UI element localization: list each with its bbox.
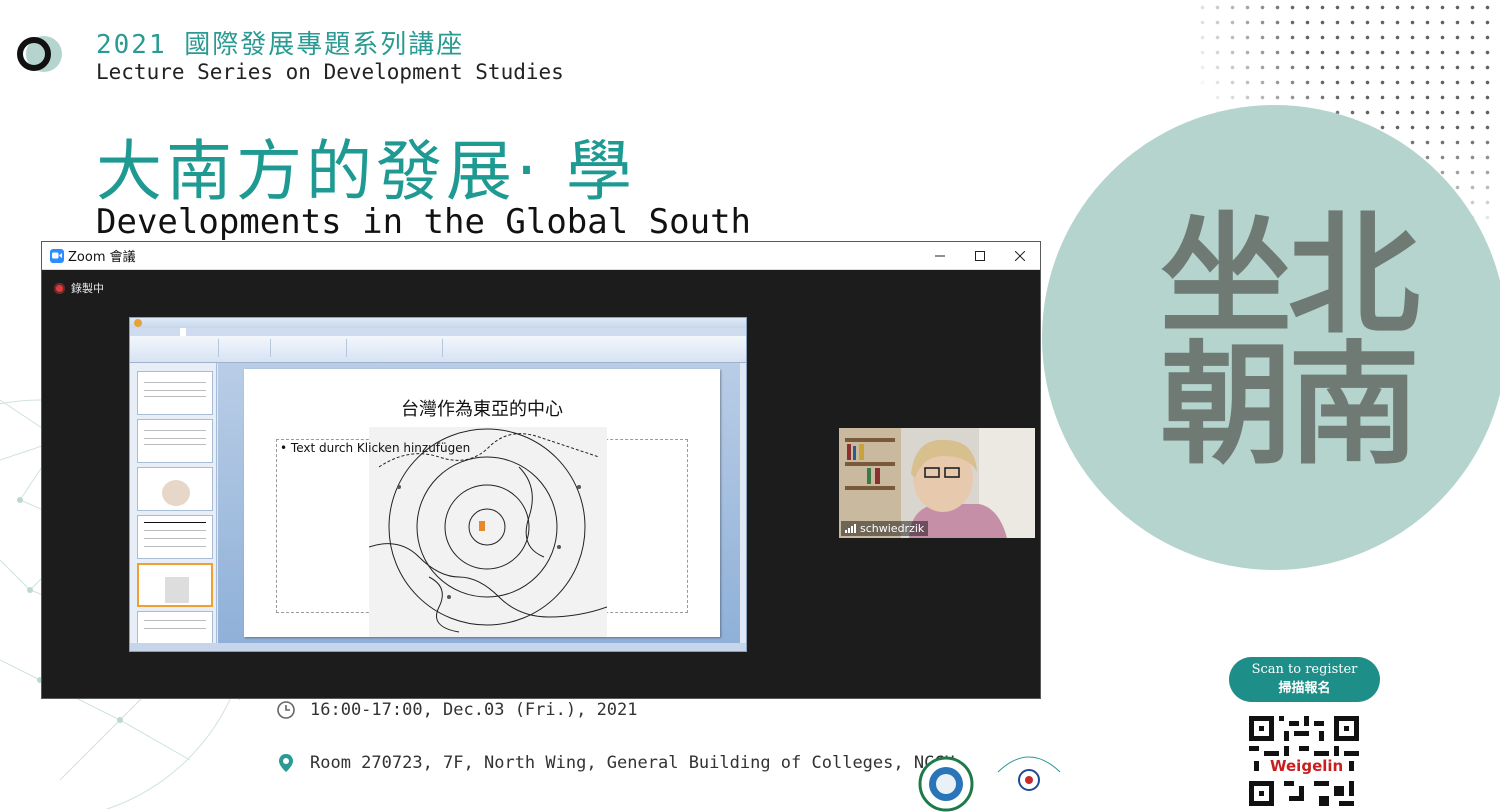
location-row: Room 270723, 7F, North Wing, General Bui… (276, 753, 955, 773)
calligraphy-line-1: 坐北 (1160, 198, 1420, 353)
signal-strength-icon (845, 524, 856, 533)
lecture-title-en: Developments in the Global South (96, 202, 752, 242)
zoom-window-title: Zoom 會議 (68, 250, 136, 265)
zoom-meeting-window: Zoom 會議 錄製中 台灣作為東亞的中心 • Text durch Klick… (41, 241, 1041, 699)
series-title-cn: 2021 國際發展專題系列講座 (96, 30, 465, 60)
slide-title: 台灣作為東亞的中心 (401, 399, 563, 420)
slide-bullet-text: • Text durch Klicken hinzufügen (280, 441, 471, 455)
zoom-title-bar[interactable]: Zoom 會議 (42, 242, 1040, 270)
ppt-status-bar (130, 643, 746, 651)
current-slide: 台灣作為東亞的中心 • Text durch Klicken hinzufüge… (244, 369, 720, 637)
location-pin-icon (279, 754, 293, 772)
series-title-en: Lecture Series on Development Studies (96, 60, 564, 84)
clock-icon (277, 701, 295, 719)
ppt-ribbon-tabs (130, 328, 746, 336)
minimize-button[interactable] (920, 242, 960, 269)
scan-text-cn: 掃描報名 (1278, 681, 1331, 696)
qr-overlay-label: Weigelin (1268, 757, 1346, 775)
scan-text-en: Scan to register (1251, 662, 1358, 677)
maximize-icon (975, 250, 985, 261)
east-asia-map-image (369, 427, 607, 637)
scan-to-register-badge: Scan to register 掃描報名 (1229, 657, 1380, 702)
time-text: 16:00-17:00, Dec.03 (Fri.), 2021 (310, 700, 638, 720)
minimize-icon (935, 255, 945, 256)
recording-label: 錄製中 (71, 282, 104, 295)
calligraphy-line-2: 朝南 (1160, 328, 1420, 483)
participant-name-label: schwiedrzik (841, 521, 929, 536)
college-emblem-icon (918, 756, 974, 812)
close-button[interactable] (1000, 242, 1040, 269)
ppt-title-bar (130, 318, 746, 328)
location-text: Room 270723, 7F, North Wing, General Bui… (310, 753, 955, 773)
ppt-ribbon (130, 336, 746, 363)
participant-name: schwiedrzik (860, 522, 925, 535)
time-row: 16:00-17:00, Dec.03 (Fri.), 2021 (276, 700, 638, 720)
recording-indicator[interactable]: 錄製中 (54, 280, 104, 296)
shared-screen-powerpoint[interactable]: 台灣作為東亞的中心 • Text durch Klicken hinzufüge… (129, 317, 747, 652)
ppt-slide-thumbnails (130, 363, 217, 651)
zoom-app-icon (50, 248, 64, 263)
record-icon (54, 282, 65, 294)
series-logo-icon (17, 36, 62, 72)
ppt-slide-stage: 台灣作為東亞的中心 • Text durch Klicken hinzufüge… (218, 363, 740, 645)
development-studies-logo-icon (997, 756, 1061, 791)
lecture-title-cn: 大南方的發展‧ 學 (96, 133, 636, 210)
participant-video-tile[interactable]: schwiedrzik (839, 428, 1035, 538)
close-icon (1015, 250, 1025, 261)
maximize-button[interactable] (960, 242, 1000, 269)
